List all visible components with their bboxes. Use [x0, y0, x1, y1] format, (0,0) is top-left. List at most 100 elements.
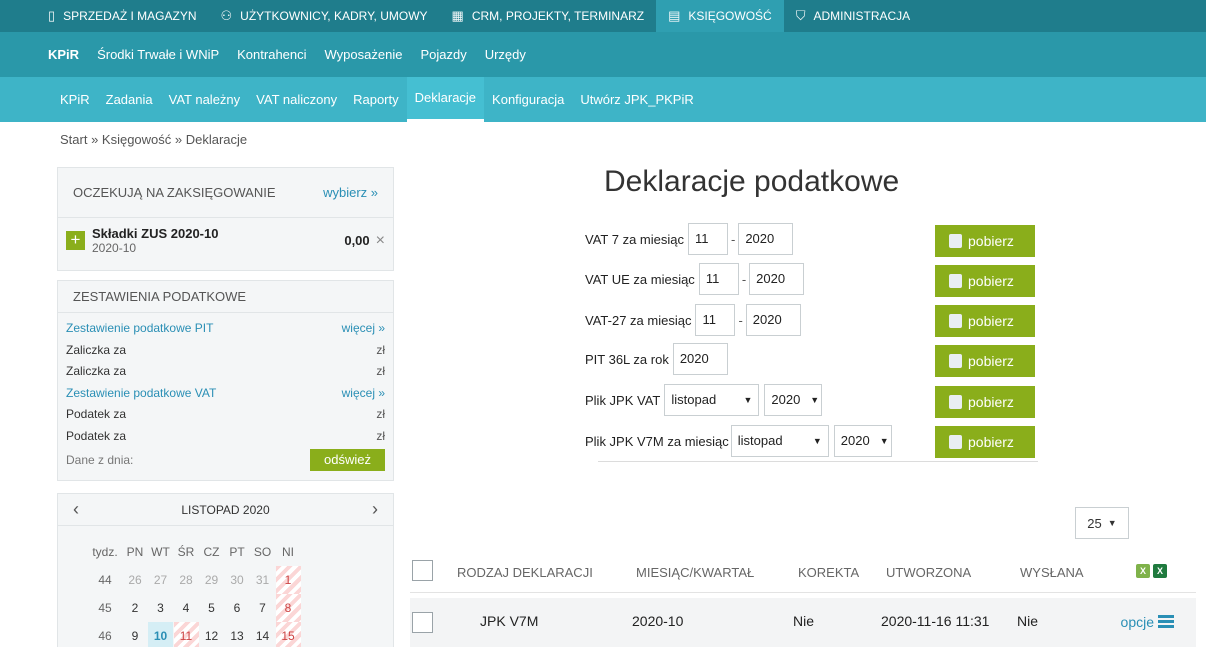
calendar-day[interactable]: 3	[148, 594, 173, 622]
year-input[interactable]: 2020	[745, 304, 801, 336]
subnav-contractors[interactable]: Kontrahenci	[228, 32, 315, 77]
tab-tasks[interactable]: Zadania	[98, 77, 161, 122]
excel-export-icon[interactable]: X	[1136, 564, 1150, 578]
year-input[interactable]: 2020	[672, 343, 728, 375]
topnav-crm[interactable]: ▦ CRM, PROJEKTY, TERMINARZ	[440, 0, 657, 32]
calendar-day[interactable]: 9	[123, 622, 148, 647]
vat-more-link[interactable]: więcej »	[342, 383, 385, 405]
topnav-users[interactable]: ⚇ UŻYTKOWNICY, KADRY, UMOWY	[209, 0, 440, 32]
month-select[interactable]: listopad ▼	[730, 425, 829, 457]
pending-item: + Składki ZUS 2020-10 2020-10 0,00 ×	[58, 218, 393, 255]
page-title: Deklaracje podatkowe	[604, 165, 900, 198]
calendar-day[interactable]: 31	[250, 566, 275, 594]
summary-value: zł	[376, 428, 385, 443]
divider	[598, 461, 1038, 462]
calendar-day-holiday[interactable]: 1	[275, 566, 301, 594]
calendar-day[interactable]: 2	[123, 594, 148, 622]
close-icon[interactable]: ×	[376, 232, 385, 250]
day-header: PN	[126, 545, 144, 559]
year-select[interactable]: 2020 ▼	[764, 384, 823, 416]
chevron-right-icon[interactable]: ›	[372, 499, 378, 520]
column-type[interactable]: RODZAJ DEKLARACJI	[457, 565, 593, 580]
choose-link[interactable]: wybierz »	[323, 185, 378, 200]
column-correction[interactable]: KOREKTA	[798, 565, 859, 580]
calendar-day[interactable]: 26	[123, 566, 148, 594]
subnav-kpir[interactable]: KPiR	[48, 32, 88, 77]
summary-row: Podatek za zł	[58, 426, 393, 448]
column-period[interactable]: MIESIĄC/KWARTAŁ	[636, 565, 754, 580]
select-all-checkbox[interactable]	[412, 560, 433, 581]
breadcrumb[interactable]: Start » Księgowość » Deklaracje	[60, 132, 247, 147]
calendar-day[interactable]: 6	[225, 594, 250, 622]
download-vatue-button[interactable]: pobierz	[935, 265, 1035, 297]
chevron-left-icon[interactable]: ‹	[73, 499, 79, 520]
calendar-day[interactable]: 12	[199, 622, 224, 647]
calendar-day[interactable]: 4	[174, 594, 199, 622]
tab-vat-due[interactable]: VAT należny	[161, 77, 249, 122]
calendar-day[interactable]: 13	[225, 622, 250, 647]
calendar-day[interactable]: 14	[250, 622, 275, 647]
calendar-day-today[interactable]: 10	[148, 622, 173, 647]
calendar-day-holiday[interactable]: 11	[173, 622, 199, 647]
subnav-offices[interactable]: Urzędy	[476, 32, 535, 77]
declaration-vat7: VAT 7 za miesiąc 11 - 2020	[585, 222, 794, 256]
row-checkbox[interactable]	[412, 612, 433, 633]
calendar-day[interactable]: 5	[199, 594, 224, 622]
excel-export-all-icon[interactable]: X	[1153, 564, 1167, 578]
pit-summary-link[interactable]: Zestawienie podatkowe PIT	[66, 318, 213, 340]
calendar-panel: ‹ LISTOPAD 2020 › tydz. PN WT ŚR CZ PT S…	[57, 493, 394, 647]
day-header: SO	[253, 545, 272, 559]
cell-period: 2020-10	[632, 613, 684, 629]
add-icon[interactable]: +	[66, 231, 85, 250]
topnav-accounting[interactable]: ▤ KSIĘGOWOŚĆ	[656, 0, 784, 32]
subnav-fixed-assets[interactable]: Środki Trwałe i WNiP	[88, 32, 228, 77]
vat-summary-link[interactable]: Zestawienie podatkowe VAT	[66, 383, 216, 405]
topnav-admin[interactable]: ⛉ ADMINISTRACJA	[784, 0, 922, 32]
summary-row: Zaliczka za zł	[58, 361, 393, 383]
tab-vat-input[interactable]: VAT naliczony	[248, 77, 345, 122]
calendar-day[interactable]: 27	[148, 566, 173, 594]
column-sent[interactable]: WYSŁANA	[1020, 565, 1084, 580]
year-input[interactable]: 2020	[738, 223, 794, 255]
summary-row: Zaliczka za zł	[58, 340, 393, 362]
subnav-equipment[interactable]: Wyposażenie	[316, 32, 412, 77]
download-vat7-button[interactable]: pobierz	[935, 225, 1035, 257]
calendar-day[interactable]: 28	[174, 566, 199, 594]
summary-label: Podatek za	[66, 428, 127, 443]
calendar-icon: ▦	[451, 8, 464, 23]
year-select[interactable]: 2020 ▼	[833, 425, 892, 457]
column-created[interactable]: UTWORZONA	[886, 565, 971, 580]
tab-configuration[interactable]: Konfiguracja	[484, 77, 572, 122]
year-input[interactable]: 2020	[749, 263, 805, 295]
month-select[interactable]: listopad ▼	[664, 384, 760, 416]
calendar-day[interactable]: 7	[250, 594, 275, 622]
tax-summary-panel: ZESTAWIENIA PODATKOWE Zestawienie podatk…	[57, 280, 394, 481]
download-jpk-v7m-button[interactable]: pobierz	[935, 426, 1035, 458]
tab-reports[interactable]: Raporty	[345, 77, 407, 122]
calendar-day[interactable]: 30	[225, 566, 250, 594]
tab-declarations[interactable]: Deklaracje	[406, 77, 485, 122]
download-jpk-vat-button[interactable]: pobierz	[935, 386, 1035, 418]
pit-more-link[interactable]: więcej »	[342, 318, 385, 340]
row-options-button[interactable]: opcje	[1121, 613, 1174, 630]
download-vat27-button[interactable]: pobierz	[935, 305, 1035, 337]
users-icon: ⚇	[220, 8, 233, 23]
topnav-sales[interactable]: ▯ SPRZEDAŻ I MAGAZYN	[36, 0, 209, 32]
page-size-select[interactable]: 25 ▼	[1075, 507, 1129, 539]
subnav-vehicles[interactable]: Pojazdy	[411, 32, 475, 77]
tab-kpir[interactable]: KPiR	[52, 77, 98, 122]
download-pit36l-button[interactable]: pobierz	[935, 345, 1035, 377]
refresh-button[interactable]: odśwież	[310, 449, 385, 471]
calendar-day-holiday[interactable]: 8	[275, 594, 301, 622]
calendar-day-holiday[interactable]: 15	[275, 622, 301, 647]
tab-create-jpk[interactable]: Utwórz JPK_PKPiR	[572, 77, 701, 122]
pit-summary-row: Zestawienie podatkowe PIT więcej »	[58, 318, 393, 340]
month-input[interactable]: 11	[687, 223, 728, 255]
month-input[interactable]: 11	[695, 304, 736, 336]
month-input[interactable]: 11	[698, 263, 739, 295]
summary-label: Podatek za	[66, 407, 127, 421]
separator: -	[741, 271, 747, 287]
top-navigation: ▯ SPRZEDAŻ I MAGAZYN ⚇ UŻYTKOWNICY, KADRY,…	[0, 0, 1206, 32]
caret-down-icon: ▼	[743, 395, 753, 405]
calendar-day[interactable]: 29	[199, 566, 224, 594]
